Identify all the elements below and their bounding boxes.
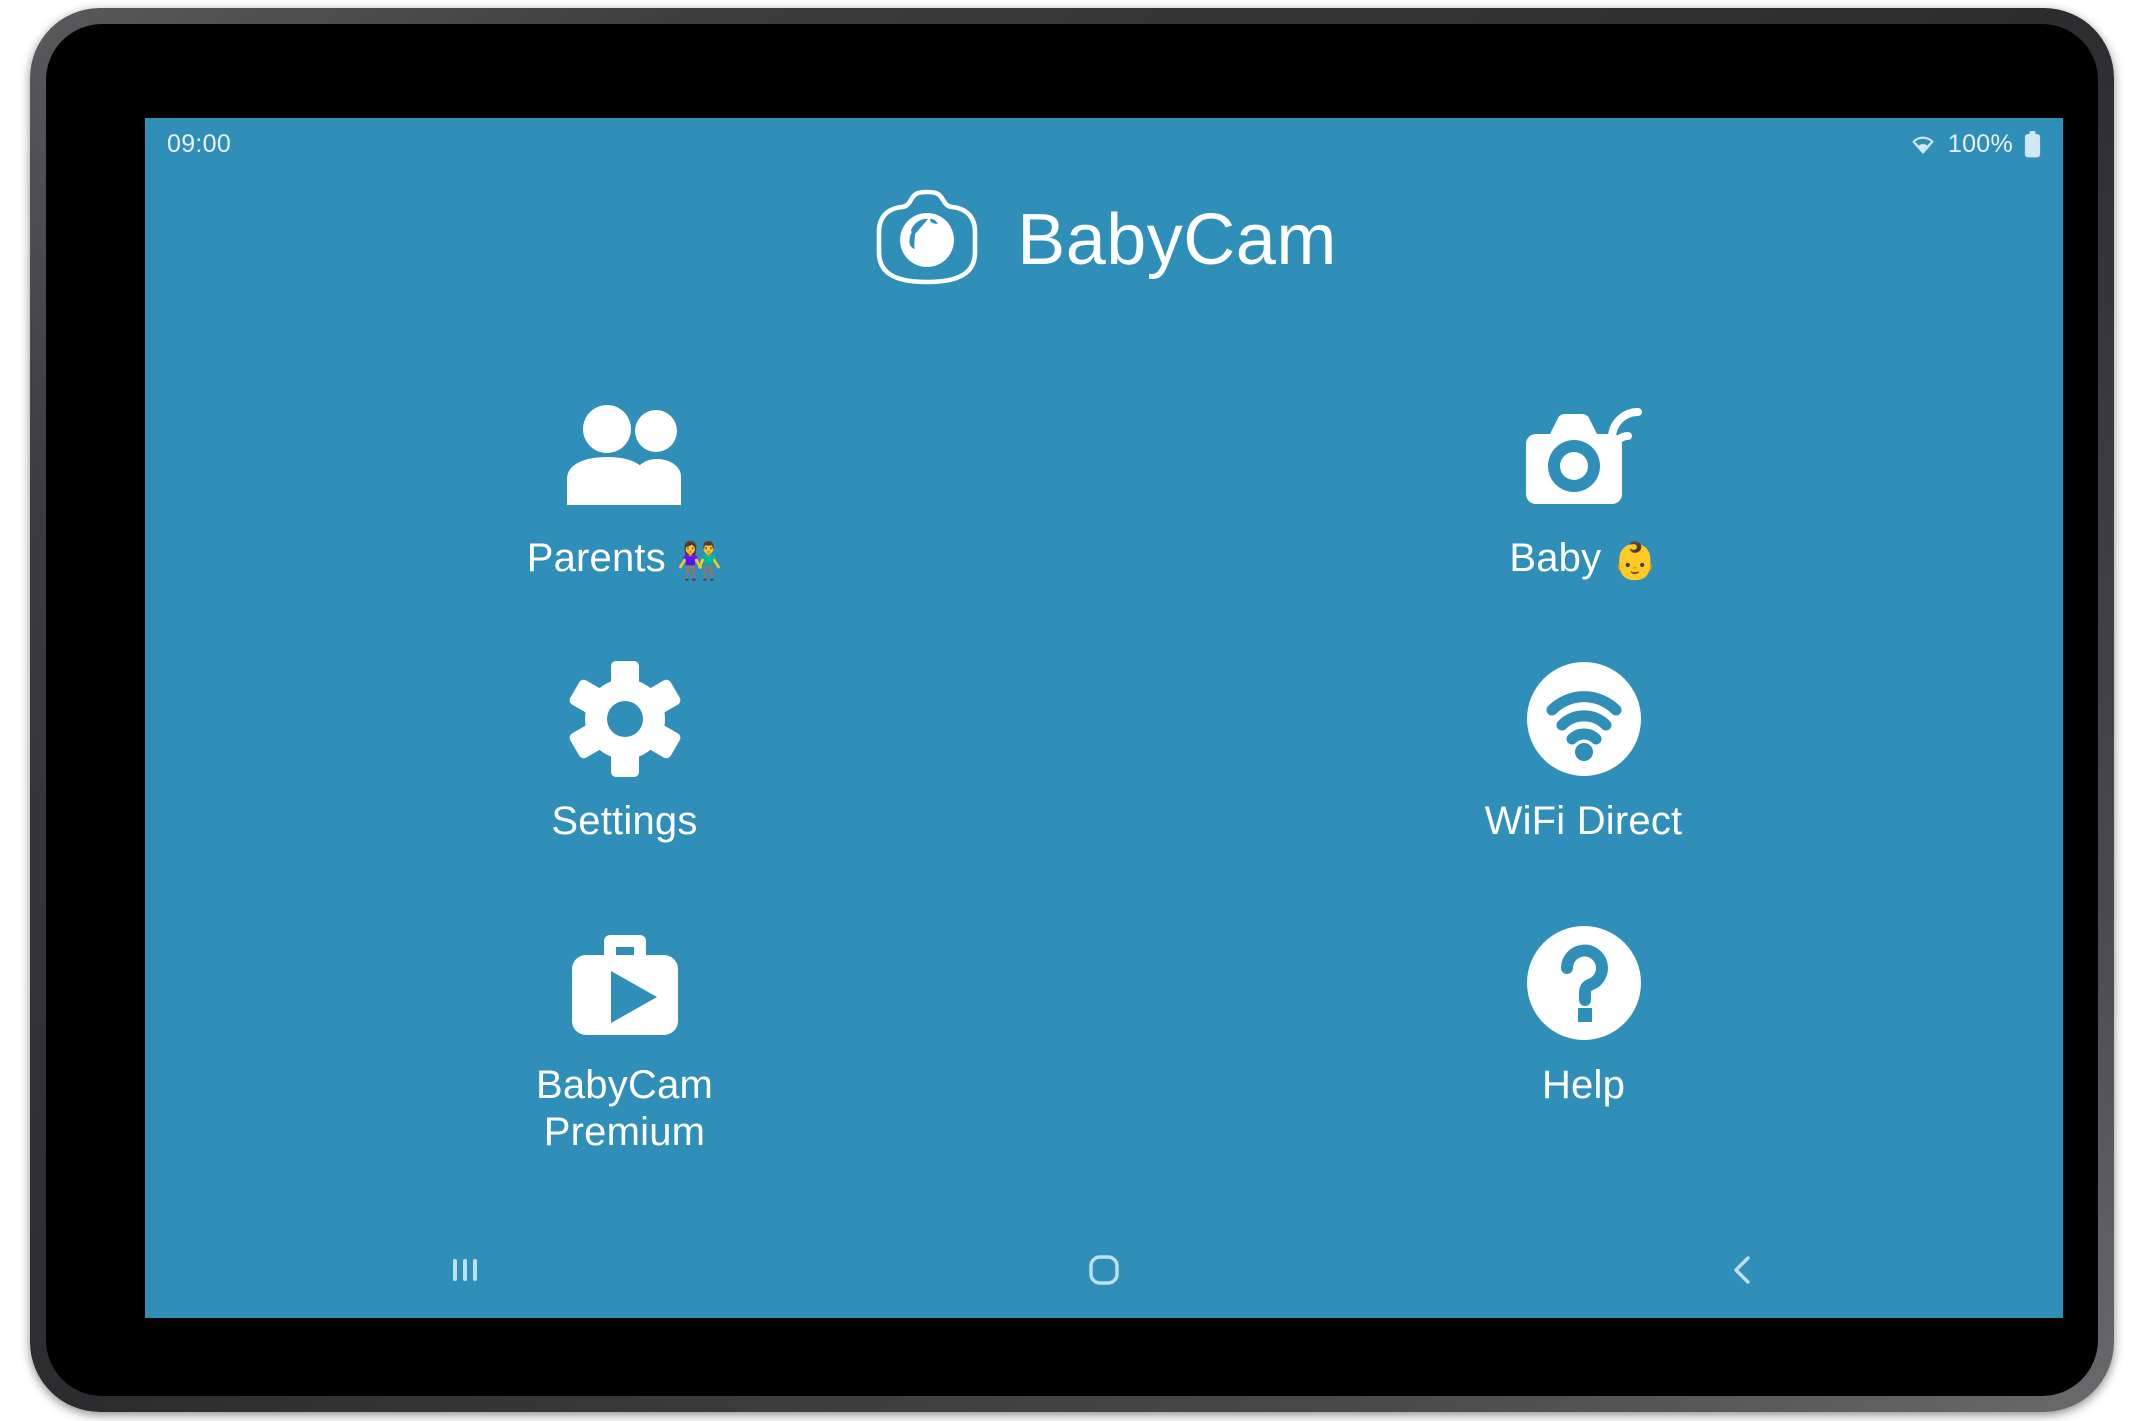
menu-item-label-parents: Parents 👫 <box>526 536 723 581</box>
gear-icon <box>566 658 684 780</box>
status-bar-indicators: 100% <box>1909 130 2041 159</box>
status-bar-clock: 09:00 <box>167 129 232 158</box>
menu-item-wifi-direct[interactable]: WiFi Direct <box>1104 636 2063 899</box>
babycam-logo-icon <box>871 188 983 291</box>
menu-item-label-help: Help <box>1541 1062 1626 1107</box>
parents-emoji: 👫 <box>677 540 723 581</box>
baby-emoji: 👶 <box>1612 540 1658 581</box>
question-circle-icon <box>1525 922 1643 1044</box>
status-bar: 09:00 100% <box>145 118 2063 170</box>
camera-streaming-icon <box>1520 395 1648 517</box>
battery-percent-label: 100% <box>1947 129 2013 158</box>
page-title: BabyCam <box>1017 199 1337 280</box>
app-header: BabyCam <box>145 188 2063 291</box>
tablet-device-frame: 09:00 100% BabyCam Parents 👫 Baby 👶 Sett… <box>30 8 2114 1412</box>
back-icon[interactable] <box>1668 1235 1818 1305</box>
recents-icon[interactable] <box>390 1235 540 1305</box>
menu-item-help[interactable]: Help <box>1104 900 2063 1163</box>
menu-item-label-wifi-direct: WiFi Direct <box>1484 799 1683 844</box>
menu-item-babycam-premium[interactable]: BabyCam Premium <box>145 900 1104 1163</box>
two-people-icon <box>561 395 689 517</box>
wifi-circle-icon <box>1525 658 1643 780</box>
menu-item-parents[interactable]: Parents 👫 <box>145 373 1104 636</box>
tablet-screen: 09:00 100% BabyCam Parents 👫 Baby 👶 Sett… <box>145 118 2063 1318</box>
system-navigation-bar <box>145 1222 2063 1318</box>
menu-item-baby[interactable]: Baby 👶 <box>1104 373 2063 636</box>
menu-item-label-baby: Baby 👶 <box>1509 536 1658 581</box>
main-menu-grid: Parents 👫 Baby 👶 Settings WiFi Direct Ba… <box>145 373 2063 1163</box>
home-icon[interactable] <box>1029 1235 1179 1305</box>
menu-item-settings[interactable]: Settings <box>145 636 1104 899</box>
briefcase-play-icon <box>564 922 686 1044</box>
menu-item-label-babycam-premium: BabyCam Premium <box>535 1062 714 1154</box>
menu-item-label-settings: Settings <box>551 799 698 844</box>
wifi-icon <box>1909 133 1937 155</box>
battery-full-icon <box>2024 130 2041 158</box>
